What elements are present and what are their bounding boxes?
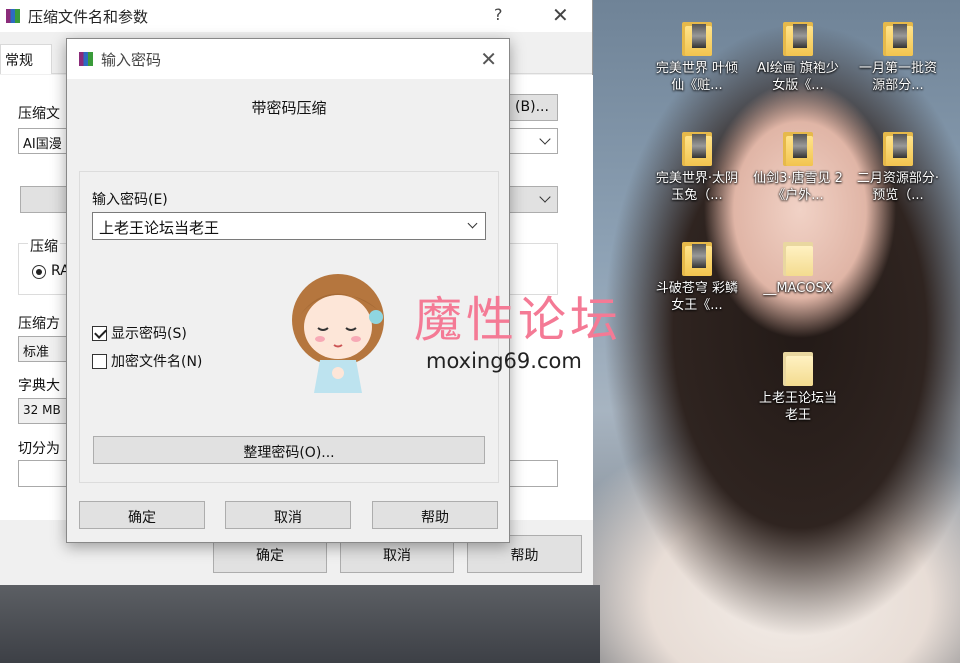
tab-general[interactable]: 常规 — [0, 44, 52, 74]
desktop-folder[interactable]: 二月资源部分·预览（... — [853, 130, 943, 204]
modal-heading: 带密码压缩 — [251, 99, 327, 117]
folder-icon — [682, 130, 712, 166]
browse-button[interactable]: (B)... — [506, 94, 558, 121]
folder-label: 一月第一批资源部分... — [858, 61, 937, 93]
dictionary-select[interactable]: 32 MB — [18, 398, 70, 424]
desktop-folder[interactable]: 上老王论坛当老王 — [753, 350, 843, 424]
show-password-label: 显示密码(S) — [111, 326, 187, 342]
archive-name-label: 压缩文 — [18, 106, 60, 122]
desktop-folder[interactable]: 完美世界·太阴玉兔（... — [652, 130, 742, 204]
close-icon[interactable]: ✕ — [480, 47, 497, 71]
folder-label: 斗破苍穹 彩鳞女王《... — [655, 281, 739, 313]
show-password-checkbox[interactable] — [92, 325, 107, 341]
folder-label: AI绘画 旗袍少女版《... — [757, 61, 839, 93]
desktop-folder[interactable]: __MACOSX — [753, 240, 843, 297]
password-label: 输入密码(E) — [92, 192, 168, 208]
watermark-url: moxing69.com — [426, 349, 582, 373]
folder-icon — [783, 20, 813, 56]
folder-icon — [783, 350, 813, 386]
password-value: 上老王论坛当老王 — [99, 219, 220, 237]
encrypt-names-label: 加密文件名(N) — [111, 354, 203, 370]
title-bar: 压缩文件名和参数 ? ✕ — [0, 0, 592, 32]
desktop-folder[interactable]: 完美世界 叶倾仙《赃... — [652, 20, 742, 94]
folder-icon — [883, 130, 913, 166]
folder-label: 完美世界·太阴玉兔（... — [655, 171, 739, 203]
password-input[interactable]: 上老王论坛当老王 — [92, 212, 486, 240]
help-button[interactable]: 帮助 — [372, 501, 498, 529]
desktop-folder[interactable]: 斗破苍穹 彩鳞女王《... — [652, 240, 742, 314]
rar-radio[interactable] — [32, 265, 46, 279]
desktop-folder[interactable]: AI绘画 旗袍少女版《... — [753, 20, 843, 94]
winrar-icon — [6, 9, 20, 23]
folder-label: __MACOSX — [763, 281, 833, 296]
chevron-down-icon — [539, 191, 551, 203]
folder-icon — [682, 240, 712, 276]
method-label: 压缩方 — [18, 316, 60, 332]
archive-name-value: AI国漫 — [23, 137, 62, 152]
folder-icon — [783, 130, 813, 166]
dictionary-label: 字典大 — [18, 378, 60, 394]
organize-passwords-button[interactable]: 整理密码(O)... — [93, 436, 485, 464]
cancel-button[interactable]: 取消 — [225, 501, 351, 529]
split-label: 切分为 — [18, 441, 60, 457]
close-icon[interactable]: ✕ — [552, 3, 569, 27]
wallpaper-rock — [0, 585, 600, 663]
folder-label: 二月资源部分·预览（... — [856, 171, 940, 203]
modal-title: 输入密码 — [101, 50, 162, 69]
chevron-down-icon — [539, 133, 551, 145]
chevron-down-icon[interactable] — [467, 218, 478, 229]
folder-label: 上老王论坛当老王 — [758, 391, 837, 423]
folder-label: 仙剑3·唐雪见 2《户外... — [753, 171, 843, 203]
desktop-folder[interactable]: 仙剑3·唐雪见 2《户外... — [753, 130, 843, 204]
modal-title-bar: 输入密码 ✕ — [67, 39, 509, 79]
folder-icon — [682, 20, 712, 56]
ok-button[interactable]: 确定 — [79, 501, 205, 529]
folder-label: 完美世界 叶倾仙《赃... — [655, 61, 739, 93]
watermark-text: 魔性论坛 — [414, 292, 623, 348]
folder-icon — [783, 240, 813, 276]
help-icon[interactable]: ? — [494, 5, 503, 24]
winrar-icon — [79, 52, 93, 66]
cartoon-girl-mascot — [292, 274, 384, 393]
method-select[interactable]: 标准 — [18, 336, 70, 362]
encrypt-names-checkbox[interactable] — [92, 353, 107, 369]
encrypt-names-row[interactable]: 加密文件名(N) — [92, 351, 202, 371]
folder-icon — [883, 20, 913, 56]
window-title: 压缩文件名和参数 — [28, 7, 149, 26]
show-password-row[interactable]: 显示密码(S) — [92, 323, 187, 343]
desktop-folder[interactable]: 一月第一批资源部分... — [853, 20, 943, 94]
format-group-label: 压缩 — [28, 236, 60, 256]
